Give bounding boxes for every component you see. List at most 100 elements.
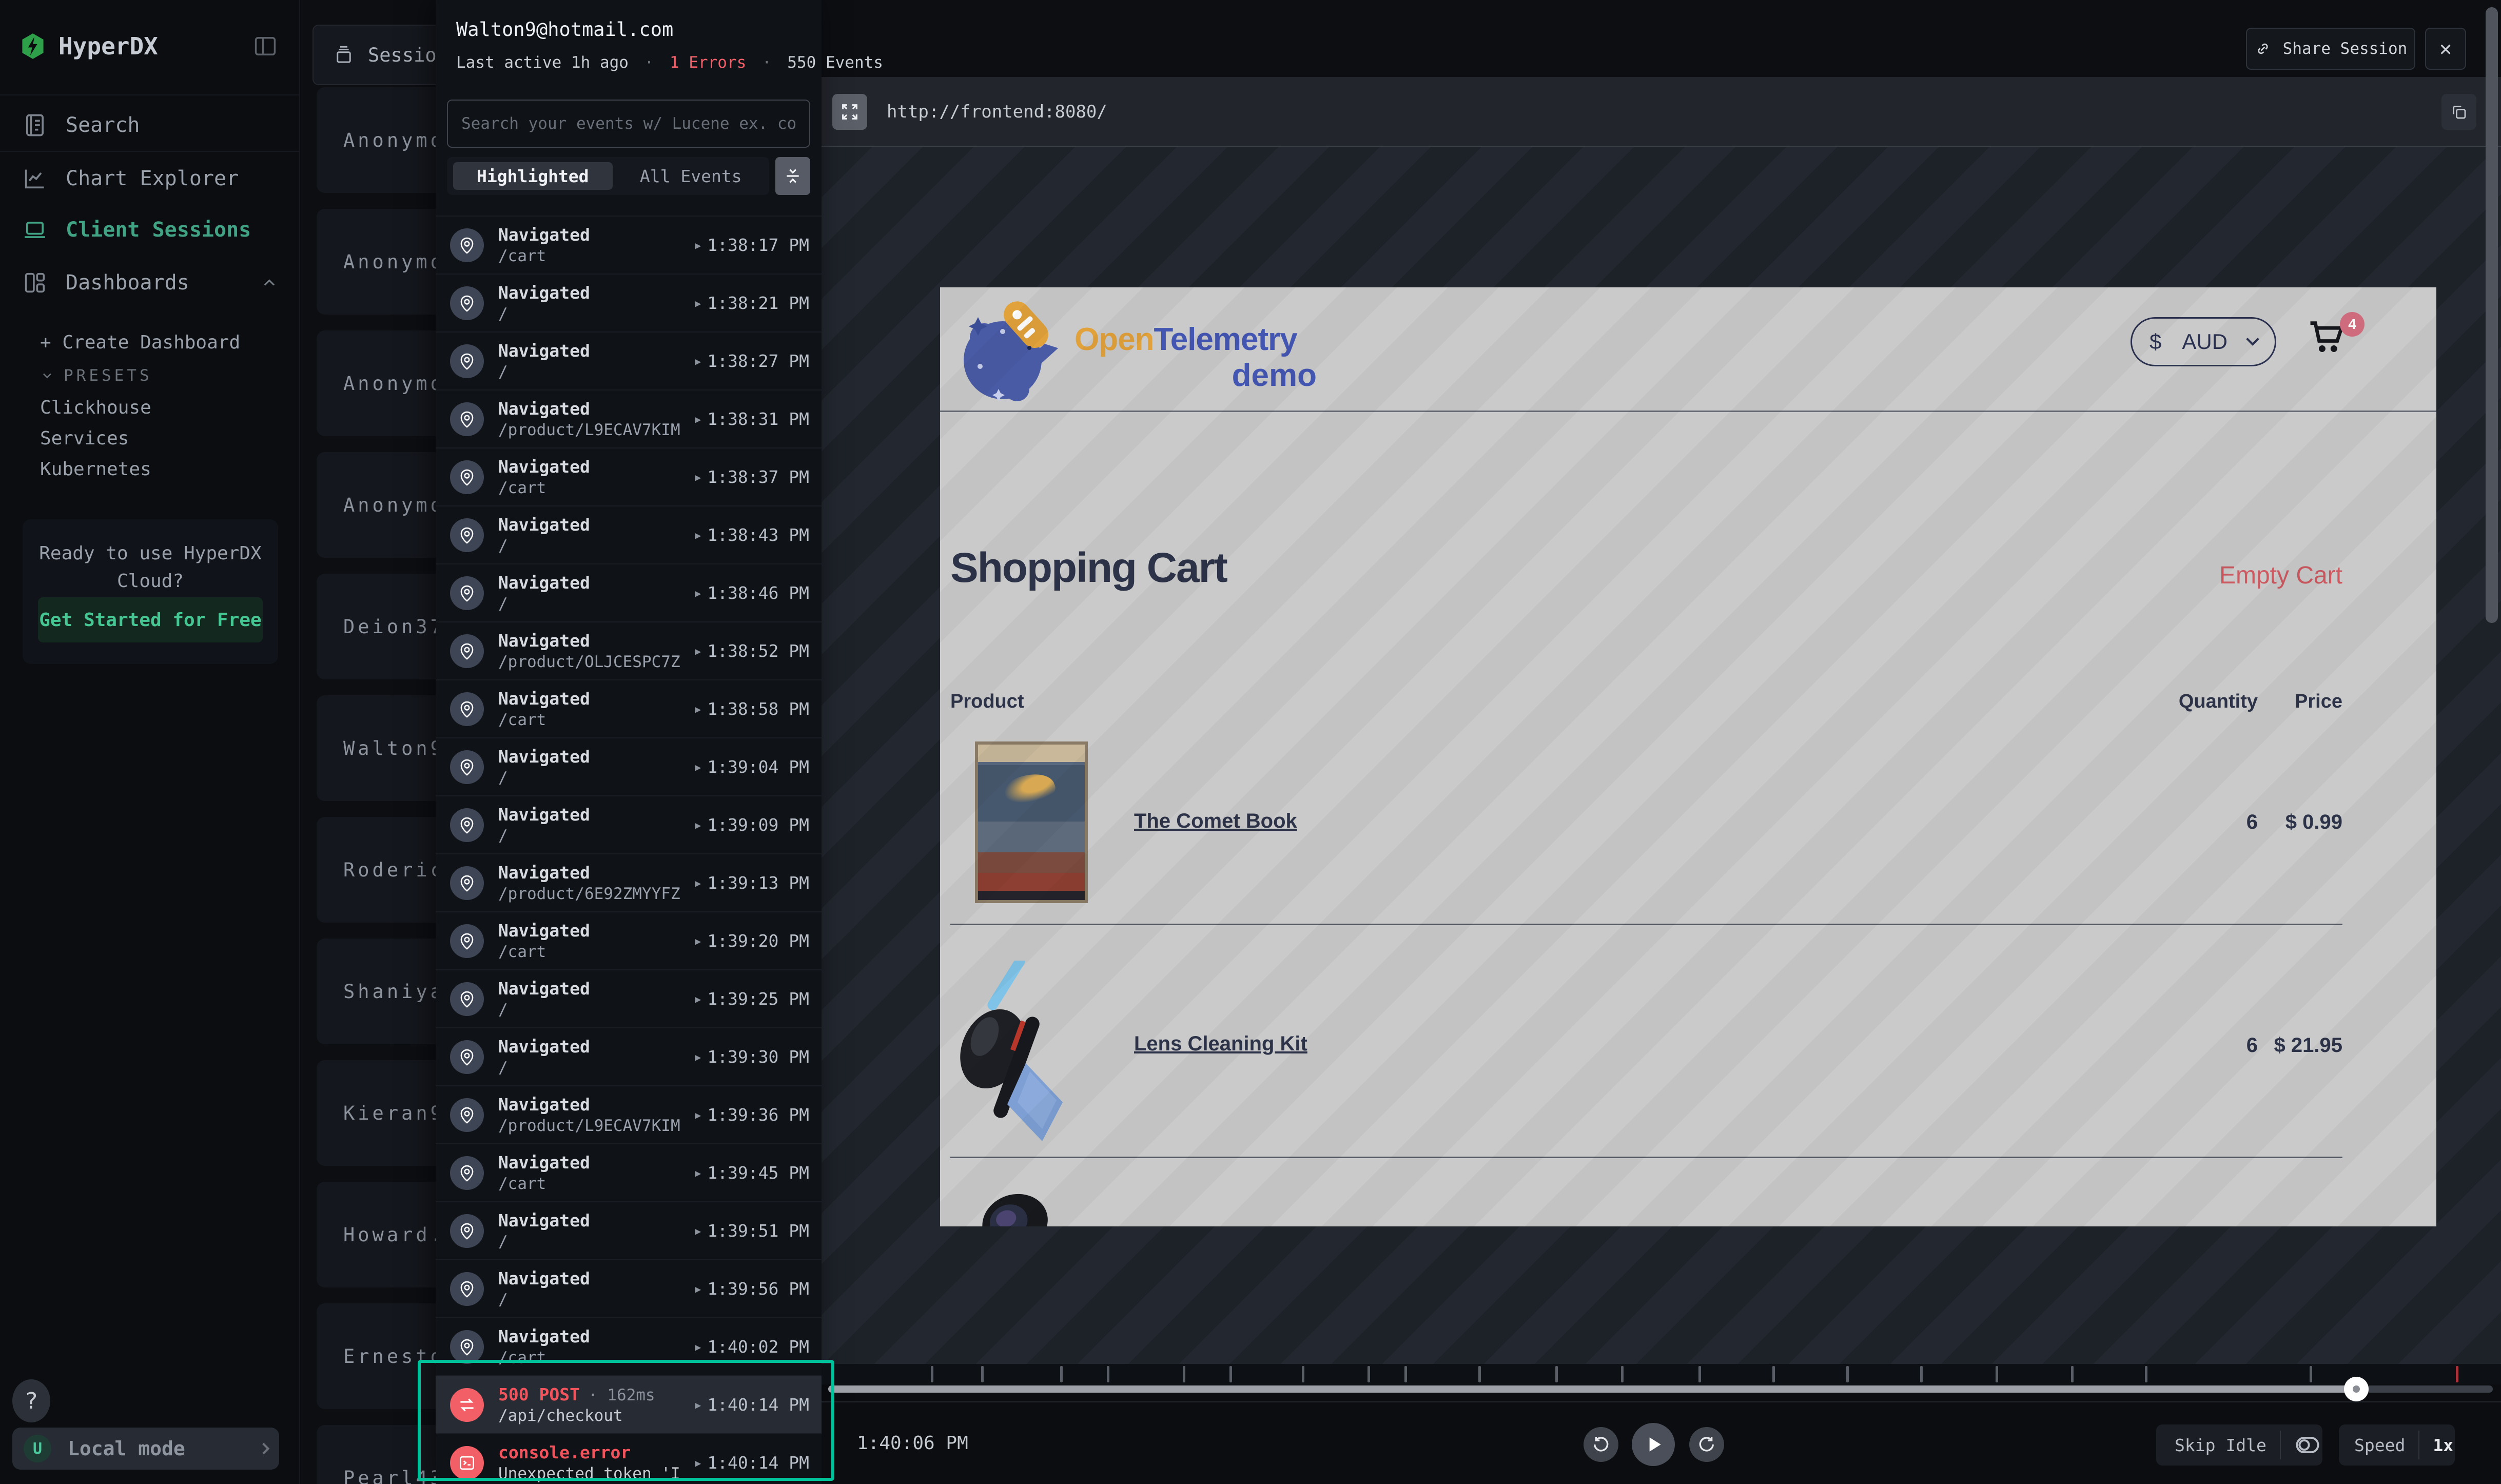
event-time[interactable]: ▶1:38:58 PM <box>695 699 809 719</box>
skip-idle-toggle[interactable]: Skip Idle <box>2156 1424 2322 1466</box>
location-pin-icon <box>450 692 484 726</box>
event-detail: /cart <box>498 247 680 265</box>
event-row[interactable]: Navigated / ▶1:38:27 PM <box>436 333 822 390</box>
event-search-input[interactable] <box>447 100 810 148</box>
avatar: U <box>24 1435 51 1462</box>
presets-toggle[interactable]: PRESETS <box>0 360 300 391</box>
event-time[interactable]: ▶1:38:31 PM <box>695 409 809 429</box>
currency-selector[interactable]: $ AUD <box>2131 317 2276 366</box>
event-time[interactable]: ▶1:38:21 PM <box>695 293 809 313</box>
event-row[interactable]: 500 POST· 162ms /api/checkout ▶1:40:14 P… <box>436 1376 822 1434</box>
brand-demo: demo <box>1074 357 1317 394</box>
create-dashboard-button[interactable]: + Create Dashboard <box>0 324 300 360</box>
event-time[interactable]: ▶1:39:25 PM <box>695 989 809 1009</box>
play-marker-icon: ▶ <box>695 1457 701 1469</box>
event-time[interactable]: ▶1:38:27 PM <box>695 351 809 371</box>
share-session-button[interactable]: Share Session <box>2246 28 2415 70</box>
sidebar-item-dashboards[interactable]: Dashboards <box>0 258 300 307</box>
column-header-quantity: Quantity <box>2155 691 2258 713</box>
sidebar-item-search[interactable]: Search <box>0 101 300 150</box>
product-image-lens-kit[interactable] <box>958 961 1102 1143</box>
empty-cart-link[interactable]: Empty Cart <box>2189 561 2342 590</box>
event-time[interactable]: ▶1:39:36 PM <box>695 1105 809 1125</box>
fullscreen-button[interactable] <box>832 94 867 130</box>
sidebar-item-services[interactable]: Services <box>0 423 300 454</box>
event-time[interactable]: ▶1:39:30 PM <box>695 1047 809 1067</box>
event-row[interactable]: Navigated /product/L9ECAV7KIM ▶1:39:36 P… <box>436 1086 822 1144</box>
event-row[interactable]: Navigated / ▶1:39:09 PM <box>436 796 822 854</box>
event-time[interactable]: ▶1:40:14 PM <box>695 1453 809 1473</box>
scrollbar[interactable] <box>2486 7 2498 623</box>
currency-symbol: $ <box>2150 329 2161 354</box>
tab-highlighted[interactable]: Highlighted <box>453 162 613 190</box>
event-row[interactable]: Navigated /cart ▶1:40:02 PM <box>436 1318 822 1376</box>
event-time[interactable]: ▶1:38:46 PM <box>695 583 809 603</box>
cart-button[interactable]: 4 <box>2306 316 2368 373</box>
tab-all-events[interactable]: All Events <box>613 166 769 186</box>
event-title: Navigated <box>498 747 590 767</box>
timeline-progress-bar[interactable] <box>828 1385 2493 1393</box>
product-link[interactable]: The Comet Book <box>1134 810 1297 833</box>
divider <box>822 1401 2501 1402</box>
event-row[interactable]: Navigated / ▶1:39:25 PM <box>436 970 822 1028</box>
event-row[interactable]: Navigated /cart ▶1:38:17 PM <box>436 217 822 275</box>
event-row[interactable]: Navigated / ▶1:38:46 PM <box>436 564 822 622</box>
event-time[interactable]: ▶1:39:20 PM <box>695 931 809 951</box>
event-time[interactable]: ▶1:38:17 PM <box>695 235 809 255</box>
event-title: Navigated <box>498 1268 590 1288</box>
product-image-comet-book[interactable] <box>975 741 1088 903</box>
copy-url-button[interactable] <box>2441 94 2476 130</box>
sidebar-item-chart-explorer[interactable]: Chart Explorer <box>0 154 300 203</box>
sidebar-collapse-icon[interactable] <box>250 31 281 62</box>
play-button[interactable] <box>1632 1423 1675 1466</box>
event-time[interactable]: ▶1:39:09 PM <box>695 815 809 835</box>
event-time[interactable]: ▶1:39:13 PM <box>695 873 809 893</box>
timeline-tick <box>1920 1366 1923 1382</box>
event-time[interactable]: ▶1:40:02 PM <box>695 1337 809 1357</box>
event-time[interactable]: ▶1:38:43 PM <box>695 525 809 545</box>
timeline-playhead[interactable] <box>2344 1377 2369 1401</box>
play-marker-icon: ▶ <box>695 1225 701 1237</box>
location-pin-icon <box>450 924 484 958</box>
event-row[interactable]: Navigated /product/L9ECAV7KIM ▶1:38:31 P… <box>436 390 822 448</box>
help-button[interactable]: ? <box>12 1379 50 1422</box>
event-row[interactable]: Navigated /cart ▶1:39:45 PM <box>436 1144 822 1202</box>
event-row[interactable]: console.error Unexpected token 'I'… ▶1:4… <box>436 1434 822 1484</box>
event-row[interactable]: Navigated /cart ▶1:38:37 PM <box>436 448 822 506</box>
get-started-button[interactable]: Get Started for Free <box>38 597 263 642</box>
product-link[interactable]: Lens Cleaning Kit <box>1134 1032 1307 1056</box>
local-mode-button[interactable]: U Local mode <box>12 1428 279 1470</box>
event-time[interactable]: ▶1:38:52 PM <box>695 641 809 661</box>
speed-control[interactable]: Speed 1x <box>2339 1424 2455 1466</box>
event-row[interactable]: Navigated /cart ▶1:38:58 PM <box>436 680 822 738</box>
sidebar-item-clickhouse[interactable]: Clickhouse <box>0 392 300 423</box>
timeline-tick <box>1107 1366 1109 1382</box>
fast-forward-button[interactable] <box>1689 1427 1724 1462</box>
play-marker-icon: ▶ <box>695 413 701 425</box>
event-time[interactable]: ▶1:39:51 PM <box>695 1221 809 1241</box>
event-row[interactable]: Navigated /product/6E92ZMYYFZ ▶1:39:13 P… <box>436 854 822 912</box>
event-row[interactable]: Navigated / ▶1:39:30 PM <box>436 1028 822 1086</box>
sidebar-item-kubernetes[interactable]: Kubernetes <box>0 454 300 484</box>
event-row[interactable]: Navigated / ▶1:38:43 PM <box>436 506 822 564</box>
sidebar-item-client-sessions[interactable]: Client Sessions <box>0 205 300 255</box>
event-row[interactable]: Navigated / ▶1:39:51 PM <box>436 1202 822 1260</box>
close-button[interactable]: ✕ <box>2425 28 2466 70</box>
timeline-ticks[interactable] <box>822 1364 2501 1384</box>
event-row[interactable]: Navigated /product/OLJCESPC7Z ▶1:38:52 P… <box>436 622 822 680</box>
location-pin-icon <box>450 228 484 262</box>
event-time[interactable]: ▶1:38:37 PM <box>695 467 809 487</box>
event-row[interactable]: Navigated / ▶1:38:21 PM <box>436 275 822 333</box>
event-time[interactable]: ▶1:40:14 PM <box>695 1395 809 1415</box>
terminal-icon <box>450 1446 484 1480</box>
event-time[interactable]: ▶1:39:45 PM <box>695 1163 809 1183</box>
collapse-events-button[interactable] <box>775 157 810 195</box>
event-time[interactable]: ▶1:39:04 PM <box>695 757 809 777</box>
event-row[interactable]: Navigated / ▶1:39:56 PM <box>436 1260 822 1318</box>
event-row[interactable]: Navigated / ▶1:39:04 PM <box>436 738 822 796</box>
event-timestamp: 1:39:13 PM <box>707 873 809 893</box>
rewind-button[interactable] <box>1584 1427 1618 1462</box>
event-time[interactable]: ▶1:39:56 PM <box>695 1279 809 1299</box>
event-row[interactable]: Navigated /cart ▶1:39:20 PM <box>436 912 822 970</box>
brand-row: HyperDX <box>0 15 300 77</box>
